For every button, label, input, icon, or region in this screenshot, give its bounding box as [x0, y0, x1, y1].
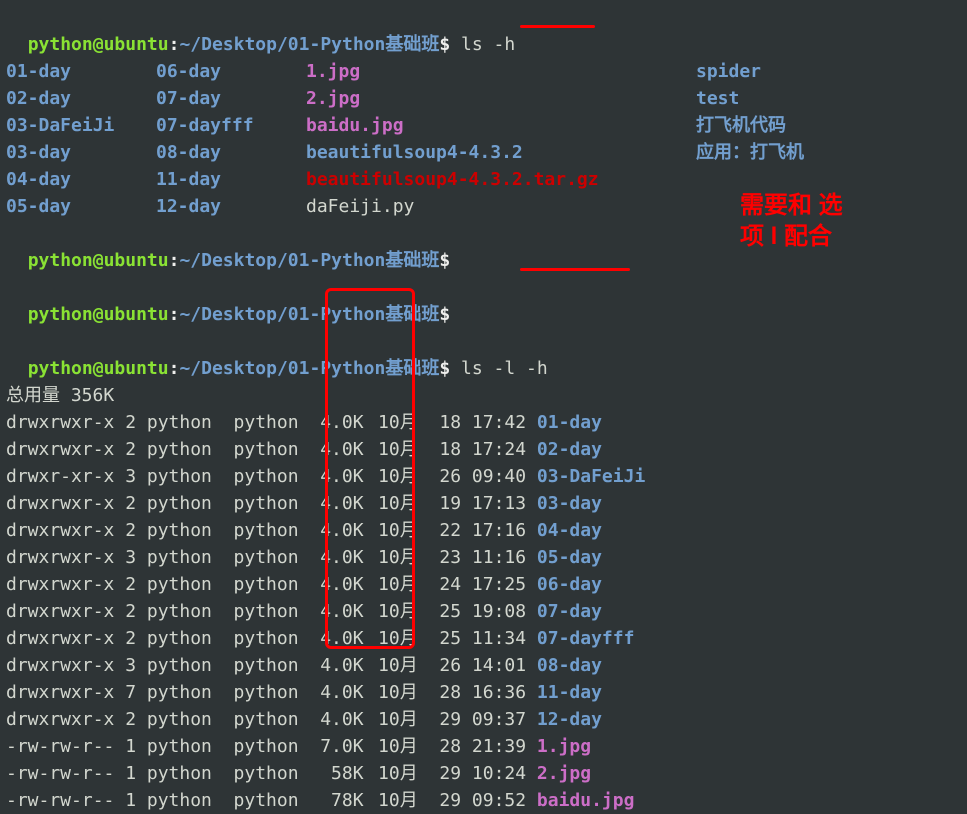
command-ls-l-h[interactable]: ls -l -h — [461, 358, 548, 379]
ll-row: drwxr-xr-x3 python python4.0K 10月2609:40… — [6, 463, 961, 490]
ll-filename: 01-day — [526, 409, 602, 436]
size-column-highlight — [325, 288, 415, 649]
ll-filename: baidu.jpg — [526, 787, 634, 814]
ll-filename: 2.jpg — [526, 760, 591, 787]
ls-item: 06-day — [156, 58, 306, 85]
ls-item: 04-day — [6, 166, 156, 193]
ll-row: -rw-rw-r--1 python python7.0K 10月2821:39… — [6, 733, 961, 760]
ll-filename: 08-day — [526, 652, 602, 679]
ls-item: 打飞机代码 — [696, 112, 961, 139]
ls-item: 02-day — [6, 85, 156, 112]
ll-filename: 11-day — [526, 679, 602, 706]
prompt-line-empty-2: python@ubuntu:~/Desktop/01-Python基础班$ — [6, 274, 961, 328]
ll-row: drwxrwxr-x2 python python4.0K 10月2909:37… — [6, 706, 961, 733]
ls-item: spider — [696, 58, 961, 85]
ls-item: beautifulsoup4-4.3.2 — [306, 139, 696, 166]
ls-item: 应用：打飞机 — [696, 139, 961, 166]
prompt-line-1: python@ubuntu:~/Desktop/01-Python基础班$ ls… — [6, 4, 961, 58]
ll-row: drwxrwxr-x3 python python4.0K 10月2311:16… — [6, 544, 961, 571]
ll-row: drwxrwxr-x2 python python4.0K 10月1817:42… — [6, 409, 961, 436]
ll-row: drwxrwxr-x2 python python4.0K 10月1917:13… — [6, 490, 961, 517]
underline-cmd1 — [520, 25, 595, 28]
ll-filename: 05-day — [526, 544, 602, 571]
ll-row: -rw-rw-r--1 python python78K 10月2909:52b… — [6, 787, 961, 814]
ls-item: 07-day — [156, 85, 306, 112]
ll-filename: 06-day — [526, 571, 602, 598]
ll-row: drwxrwxr-x2 python python4.0K 10月1817:24… — [6, 436, 961, 463]
ls-item: daFeiji.py — [306, 193, 696, 220]
prompt-line-2: python@ubuntu:~/Desktop/01-Python基础班$ ls… — [6, 328, 961, 382]
ls-item: 07-dayfff — [156, 112, 306, 139]
total-line: 总用量 356K — [6, 382, 961, 409]
ls-item: 11-day — [156, 166, 306, 193]
annotation-text: 需要和 选 项 l 配合 — [740, 190, 843, 252]
ll-row: drwxrwxr-x2 python python4.0K 10月2511:34… — [6, 625, 961, 652]
ll-filename: 1.jpg — [526, 733, 591, 760]
ll-filename: 12-day — [526, 706, 602, 733]
ls-item: beautifulsoup4-4.3.2.tar.gz — [306, 166, 696, 193]
ll-row: -rw-rw-r--1 python python58K 10月2910:242… — [6, 760, 961, 787]
ll-row: drwxrwxr-x2 python python4.0K 10月2519:08… — [6, 598, 961, 625]
ls-item: 03-day — [6, 139, 156, 166]
ls-item: 12-day — [156, 193, 306, 220]
ll-row: drwxrwxr-x2 python python4.0K 10月2217:16… — [6, 517, 961, 544]
prompt-user: python — [28, 34, 93, 55]
ls-l-h-output: drwxrwxr-x2 python python4.0K 10月1817:42… — [6, 409, 961, 814]
ll-row: drwxrwxr-x7 python python4.0K 10月2816:36… — [6, 679, 961, 706]
ls-item: 1.jpg — [306, 58, 696, 85]
ls-item — [696, 166, 961, 193]
ll-filename: 03-DaFeiJi — [526, 463, 645, 490]
ls-item: 05-day — [6, 193, 156, 220]
ls-item: 01-day — [6, 58, 156, 85]
ls-item: 2.jpg — [306, 85, 696, 112]
ls-item: 08-day — [156, 139, 306, 166]
underline-cmd2 — [520, 268, 630, 271]
ll-row: drwxrwxr-x3 python python4.0K 10月2614:01… — [6, 652, 961, 679]
ll-row: drwxrwxr-x2 python python4.0K 10月2417:25… — [6, 571, 961, 598]
ll-filename: 02-day — [526, 436, 602, 463]
ll-filename: 07-dayfff — [526, 625, 634, 652]
ls-item: test — [696, 85, 961, 112]
ll-filename: 03-day — [526, 490, 602, 517]
ll-filename: 04-day — [526, 517, 602, 544]
command-ls-h[interactable]: ls -h — [461, 34, 515, 55]
ls-item: baidu.jpg — [306, 112, 696, 139]
ll-filename: 07-day — [526, 598, 602, 625]
ls-item: 03-DaFeiJi — [6, 112, 156, 139]
